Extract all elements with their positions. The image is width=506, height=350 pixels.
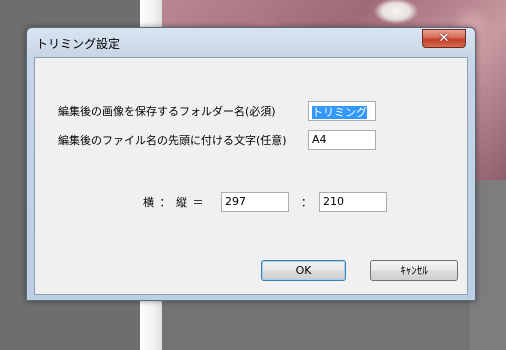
- dialog-titlebar[interactable]: トリミング設定 ✕: [27, 28, 475, 56]
- folder-name-value: トリミング: [312, 106, 367, 119]
- cancel-button[interactable]: ｷｬﾝｾﾙ: [370, 260, 458, 281]
- dialog-title: トリミング設定: [36, 37, 121, 51]
- dialog-client-area: 編集後の画像を保存するフォルダー名(必須) トリミング 編集後のファイル名の先頭…: [34, 57, 468, 295]
- background-blossom: [366, 0, 426, 28]
- height-ratio-input[interactable]: 210: [319, 192, 387, 212]
- ok-button[interactable]: OK: [261, 260, 346, 281]
- close-icon: ✕: [438, 31, 450, 46]
- folder-name-input[interactable]: トリミング: [308, 101, 376, 121]
- close-button[interactable]: ✕: [422, 29, 466, 48]
- ratio-separator: ：: [301, 196, 312, 209]
- ratio-label: 横 ： 縦 ＝: [143, 196, 205, 209]
- desktop-background: トリミング設定 ✕ 編集後の画像を保存するフォルダー名(必須) トリミング 編集…: [0, 0, 506, 350]
- width-ratio-input[interactable]: 297: [221, 192, 289, 212]
- trimming-settings-dialog: トリミング設定 ✕ 編集後の画像を保存するフォルダー名(必須) トリミング 編集…: [26, 27, 476, 301]
- folder-name-label: 編集後の画像を保存するフォルダー名(必須): [58, 105, 276, 118]
- filename-prefix-input[interactable]: A4: [308, 130, 376, 150]
- filename-prefix-label: 編集後のファイル名の先頭に付ける文字(任意): [58, 134, 287, 147]
